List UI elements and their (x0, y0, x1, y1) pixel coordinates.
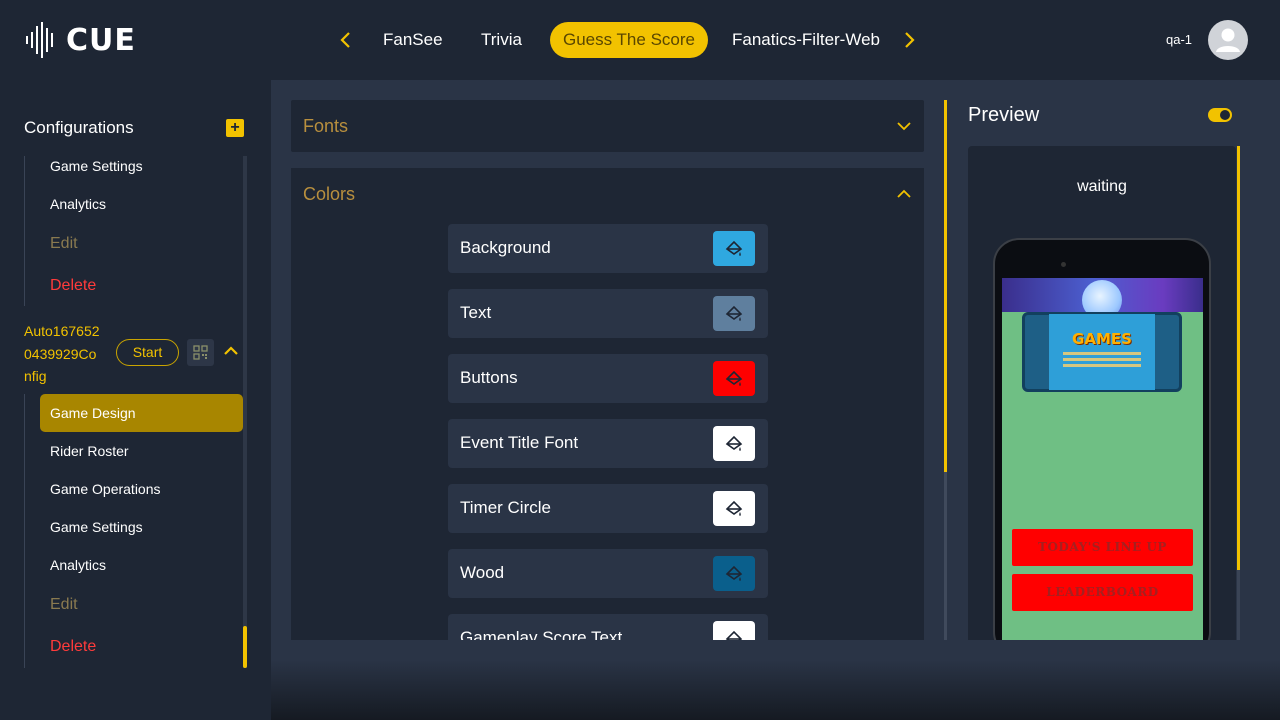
config-name-line: 0439929Co (24, 345, 97, 362)
preview-status: waiting (1077, 178, 1127, 195)
chevron-up-icon[interactable] (222, 342, 240, 360)
add-configuration-button[interactable]: + (226, 119, 244, 137)
color-picker-button[interactable] (713, 621, 755, 640)
color-label: Wood (460, 563, 505, 582)
sidebar-scrollbar-thumb[interactable] (243, 626, 247, 668)
color-label: Timer Circle (460, 498, 551, 517)
color-picker-button[interactable] (713, 361, 755, 396)
preview-title: Preview (968, 104, 1040, 126)
paint-bucket-icon (725, 305, 743, 321)
paint-bucket-icon (725, 630, 743, 640)
screen-banner (1002, 278, 1203, 312)
moon-image (1082, 280, 1122, 312)
color-row-event-title-font: Event Title Font (448, 419, 768, 468)
preview-scrollbar-thumb[interactable] (1237, 146, 1240, 570)
user-icon (1216, 28, 1240, 52)
nav-prev-arrow-icon[interactable] (332, 26, 360, 54)
sidebar-item-edit[interactable]: Edit (50, 235, 78, 253)
sidebar-item-game-settings[interactable]: Game Settings (50, 158, 143, 174)
tab-guess-the-score[interactable]: Guess The Score (550, 22, 708, 58)
tab-fansee[interactable]: FanSee (370, 22, 456, 58)
top-bar: CUE FanSee Trivia Guess The Score Fanati… (0, 0, 1280, 80)
color-row-gameplay-score-text: Gameplay Score Text (448, 614, 768, 640)
main-scrollbar-thumb[interactable] (944, 100, 947, 472)
color-row-wood: Wood (448, 549, 768, 598)
fonts-title: Fonts (303, 116, 349, 136)
color-label: Buttons (460, 368, 518, 387)
paint-bucket-icon (725, 435, 743, 451)
todays-line-up-button[interactable]: TODAY'S LINE UP (1012, 529, 1193, 566)
color-picker-button[interactable] (713, 491, 755, 526)
paint-bucket-icon (725, 240, 743, 256)
config-name-line: Auto167652 (24, 323, 100, 339)
color-label: Text (460, 303, 492, 322)
preview-panel: waiting GAMES TODAY'S LINE UP LEADERBOAR… (968, 146, 1236, 640)
games-sign: GAMES (1049, 314, 1155, 390)
configurations-title: Configurations (24, 118, 134, 137)
games-sign-subtext (1063, 352, 1141, 355)
logo-waveform-icon (26, 22, 53, 58)
toggle-knob (1220, 110, 1230, 120)
sidebar-item-game-operations[interactable]: Game Operations (50, 481, 161, 497)
sidebar-item-rider-roster[interactable]: Rider Roster (50, 443, 129, 459)
leaderboard-button[interactable]: LEADERBOARD (1012, 574, 1193, 611)
config-name[interactable]: Auto167652 0439929Co nfig (24, 320, 114, 388)
chevron-down-icon[interactable] (896, 118, 912, 134)
sidebar-item-game-settings[interactable]: Game Settings (50, 519, 143, 535)
color-label: Gameplay Score Text (460, 628, 623, 640)
user-name: qa-1 (1166, 32, 1193, 47)
avatar[interactable] (1208, 20, 1248, 60)
paint-bucket-icon (725, 565, 743, 581)
sidebar: Configurations + Game Settings Analytics… (0, 80, 271, 720)
sidebar-item-delete[interactable]: Delete (50, 638, 96, 656)
color-row-buttons: Buttons (448, 354, 768, 403)
tree-line (24, 156, 25, 306)
phone-camera (1061, 262, 1066, 267)
bottom-shadow (271, 660, 1280, 720)
color-row-background: Background (448, 224, 768, 273)
color-label: Background (460, 238, 551, 257)
color-row-timer-circle: Timer Circle (448, 484, 768, 533)
config-name-line: nfig (24, 368, 47, 384)
sidebar-scrollbar[interactable] (243, 156, 247, 668)
sidebar-item-analytics[interactable]: Analytics (50, 196, 106, 212)
qr-code-icon (193, 345, 208, 360)
color-picker-button[interactable] (713, 556, 755, 591)
nav-next-arrow-icon[interactable] (895, 26, 923, 54)
qr-code-button[interactable] (187, 339, 214, 366)
sidebar-item-edit[interactable]: Edit (50, 596, 78, 614)
colors-panel: Colors Background Text Buttons Event Tit… (291, 168, 924, 640)
color-row-text: Text (448, 289, 768, 338)
tree-line (24, 394, 25, 668)
color-label: Event Title Font (460, 433, 579, 452)
paint-bucket-icon (725, 500, 743, 516)
color-picker-button[interactable] (713, 426, 755, 461)
start-button[interactable]: Start (116, 339, 179, 366)
sidebar-item-delete[interactable]: Delete (50, 277, 96, 295)
paint-bucket-icon (725, 370, 743, 386)
phone-screen: GAMES TODAY'S LINE UP LEADERBOARD (1002, 278, 1203, 640)
phone-notch (1057, 248, 1147, 268)
tab-trivia[interactable]: Trivia (468, 22, 535, 58)
color-picker-button[interactable] (713, 231, 755, 266)
colors-title: Colors (303, 184, 356, 204)
fonts-panel[interactable]: Fonts (291, 100, 924, 152)
sidebar-item-game-design[interactable]: Game Design (50, 405, 136, 421)
color-picker-button[interactable] (713, 296, 755, 331)
preview-toggle[interactable] (1208, 108, 1232, 122)
logo[interactable]: CUE (24, 20, 136, 60)
games-sign-title: GAMES (1072, 330, 1132, 348)
logo-text: CUE (66, 22, 136, 58)
sidebar-item-analytics[interactable]: Analytics (50, 557, 106, 573)
tab-fanatics-filter-web[interactable]: Fanatics-Filter-Web (719, 22, 893, 58)
chevron-up-icon[interactable] (896, 186, 912, 202)
